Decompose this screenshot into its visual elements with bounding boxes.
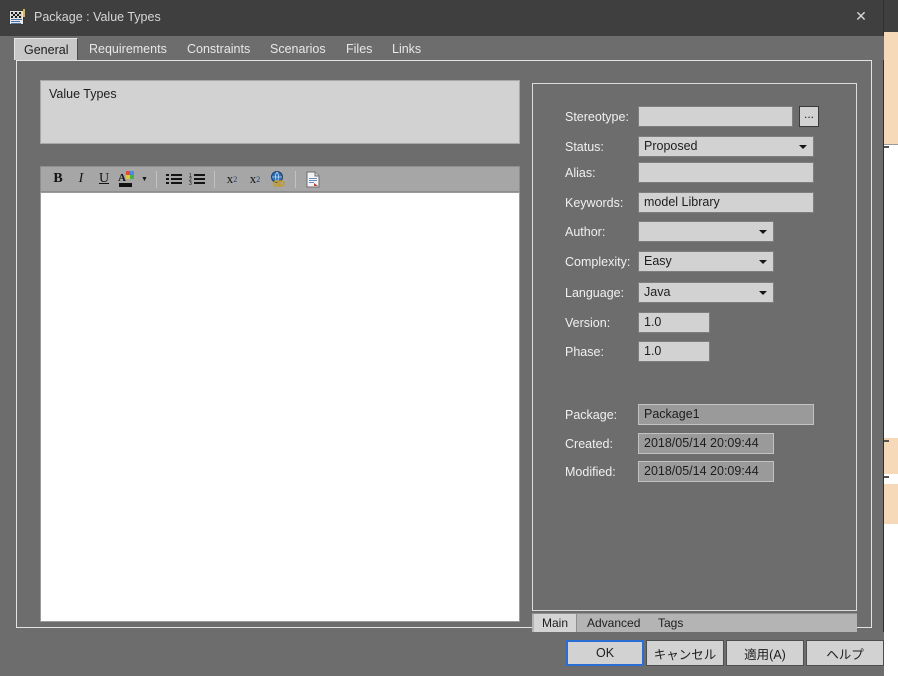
window-title: Package : Value Types [34,10,161,24]
properties-sub-tab-bar: Main Advanced Tags [532,613,857,633]
language-label: Language: [565,286,625,300]
subtab-main[interactable]: Main [534,614,578,633]
toolbar-separator [295,170,296,188]
close-icon[interactable]: ✕ [839,0,883,32]
superscript-icon[interactable]: x2 [221,168,243,190]
svg-text:3: 3 [189,181,192,186]
bg-strip-white-2 [882,320,898,438]
underline-icon[interactable]: U [93,168,115,190]
toolbar-separator [156,170,157,188]
help-button[interactable]: ヘルプ [806,640,884,666]
bg-strip-highlight-1 [882,32,898,144]
package-label: Package: [565,408,618,422]
toolbar-separator [214,170,215,188]
bg-strip-highlight-3 [882,484,898,524]
status-combobox[interactable]: Proposed [638,136,814,157]
version-input[interactable]: 1.0 [638,312,710,333]
alias-input[interactable] [638,162,814,183]
italic-icon[interactable]: I [70,168,92,190]
status-label: Status: [565,140,604,154]
properties-panel: Stereotype: ... Status: Proposed Alias: … [532,83,857,611]
keywords-input[interactable]: model Library [638,192,814,213]
language-combobox[interactable]: Java [638,282,774,303]
phase-label: Phase: [565,345,604,359]
subscript-icon[interactable]: x2 [244,168,266,190]
tab-scenarios[interactable]: Scenarios [261,38,335,60]
chevron-down-icon [759,230,767,234]
alias-label: Alias: [565,166,596,180]
package-properties-dialog: Package : Value Types ✕ General Requireme… [0,0,884,676]
hyperlink-icon[interactable] [267,168,289,190]
modified-label: Modified: [565,465,616,479]
svg-text:A: A [118,172,126,184]
subtab-tags[interactable]: Tags [650,614,691,633]
bg-strip-white-1 [882,145,898,320]
left-pane: Value Types B I U A ▼ 1 2 3 x 2 x 2 [40,80,520,622]
numbered-list-icon[interactable]: 123 [186,168,208,190]
tab-bar: General Requirements Constraints Scenarios F… [0,36,884,60]
apply-button[interactable]: 適用(A) [726,640,804,666]
chevron-down-icon [759,291,767,295]
tab-general[interactable]: General [14,38,79,60]
bg-strip-toolbar [882,0,898,32]
stereotype-input[interactable] [638,106,793,127]
created-value: 2018/05/14 20:09:44 [638,433,774,454]
dialog-client-area: Value Types B I U A ▼ 1 2 3 x 2 x 2 Ster… [16,60,872,633]
keywords-label: Keywords: [565,196,624,210]
chevron-down-icon [759,260,767,264]
complexity-value: Easy [644,254,672,268]
cancel-button[interactable]: キャンセル [646,640,724,666]
status-value: Proposed [644,139,698,153]
version-label: Version: [565,316,611,330]
tab-constraints[interactable]: Constraints [178,38,259,60]
tab-files[interactable]: Files [337,38,381,60]
bulleted-list-icon[interactable] [163,168,185,190]
background-application-sliver [882,0,898,676]
subtab-advanced[interactable]: Advanced [579,614,648,633]
complexity-label: Complexity: [565,255,631,269]
bg-strip-highlight-2 [882,438,898,474]
ok-button[interactable]: OK [566,640,644,666]
dialog-footer: OK キャンセル 適用(A) ヘルプ [0,632,884,676]
language-value: Java [644,285,671,299]
bold-icon[interactable]: B [47,168,69,190]
phase-input[interactable]: 1.0 [638,341,710,362]
author-combobox[interactable] [638,221,774,242]
insert-document-icon[interactable] [302,168,324,190]
package-document-icon [9,9,25,25]
notes-editor-toolbar: B I U A ▼ 1 2 3 x 2 x 2 [40,166,520,192]
stereotype-label: Stereotype: [565,110,629,124]
font-color-icon[interactable]: A [116,168,138,190]
created-label: Created: [565,437,613,451]
tab-links[interactable]: Links [383,38,430,60]
name-field[interactable]: Value Types [40,80,520,144]
notes-editor[interactable] [40,192,520,622]
bg-strip-white-4 [882,524,898,676]
stereotype-browse-button[interactable]: ... [799,106,819,127]
package-value: Package1 [638,404,814,425]
tab-requirements[interactable]: Requirements [80,38,176,60]
author-label: Author: [565,225,606,239]
font-color-chevron-down-icon[interactable]: ▼ [139,168,150,190]
complexity-combobox[interactable]: Easy [638,251,774,272]
chevron-down-icon [799,145,807,149]
title-bar: Package : Value Types ✕ [0,0,883,36]
modified-value: 2018/05/14 20:09:44 [638,461,774,482]
